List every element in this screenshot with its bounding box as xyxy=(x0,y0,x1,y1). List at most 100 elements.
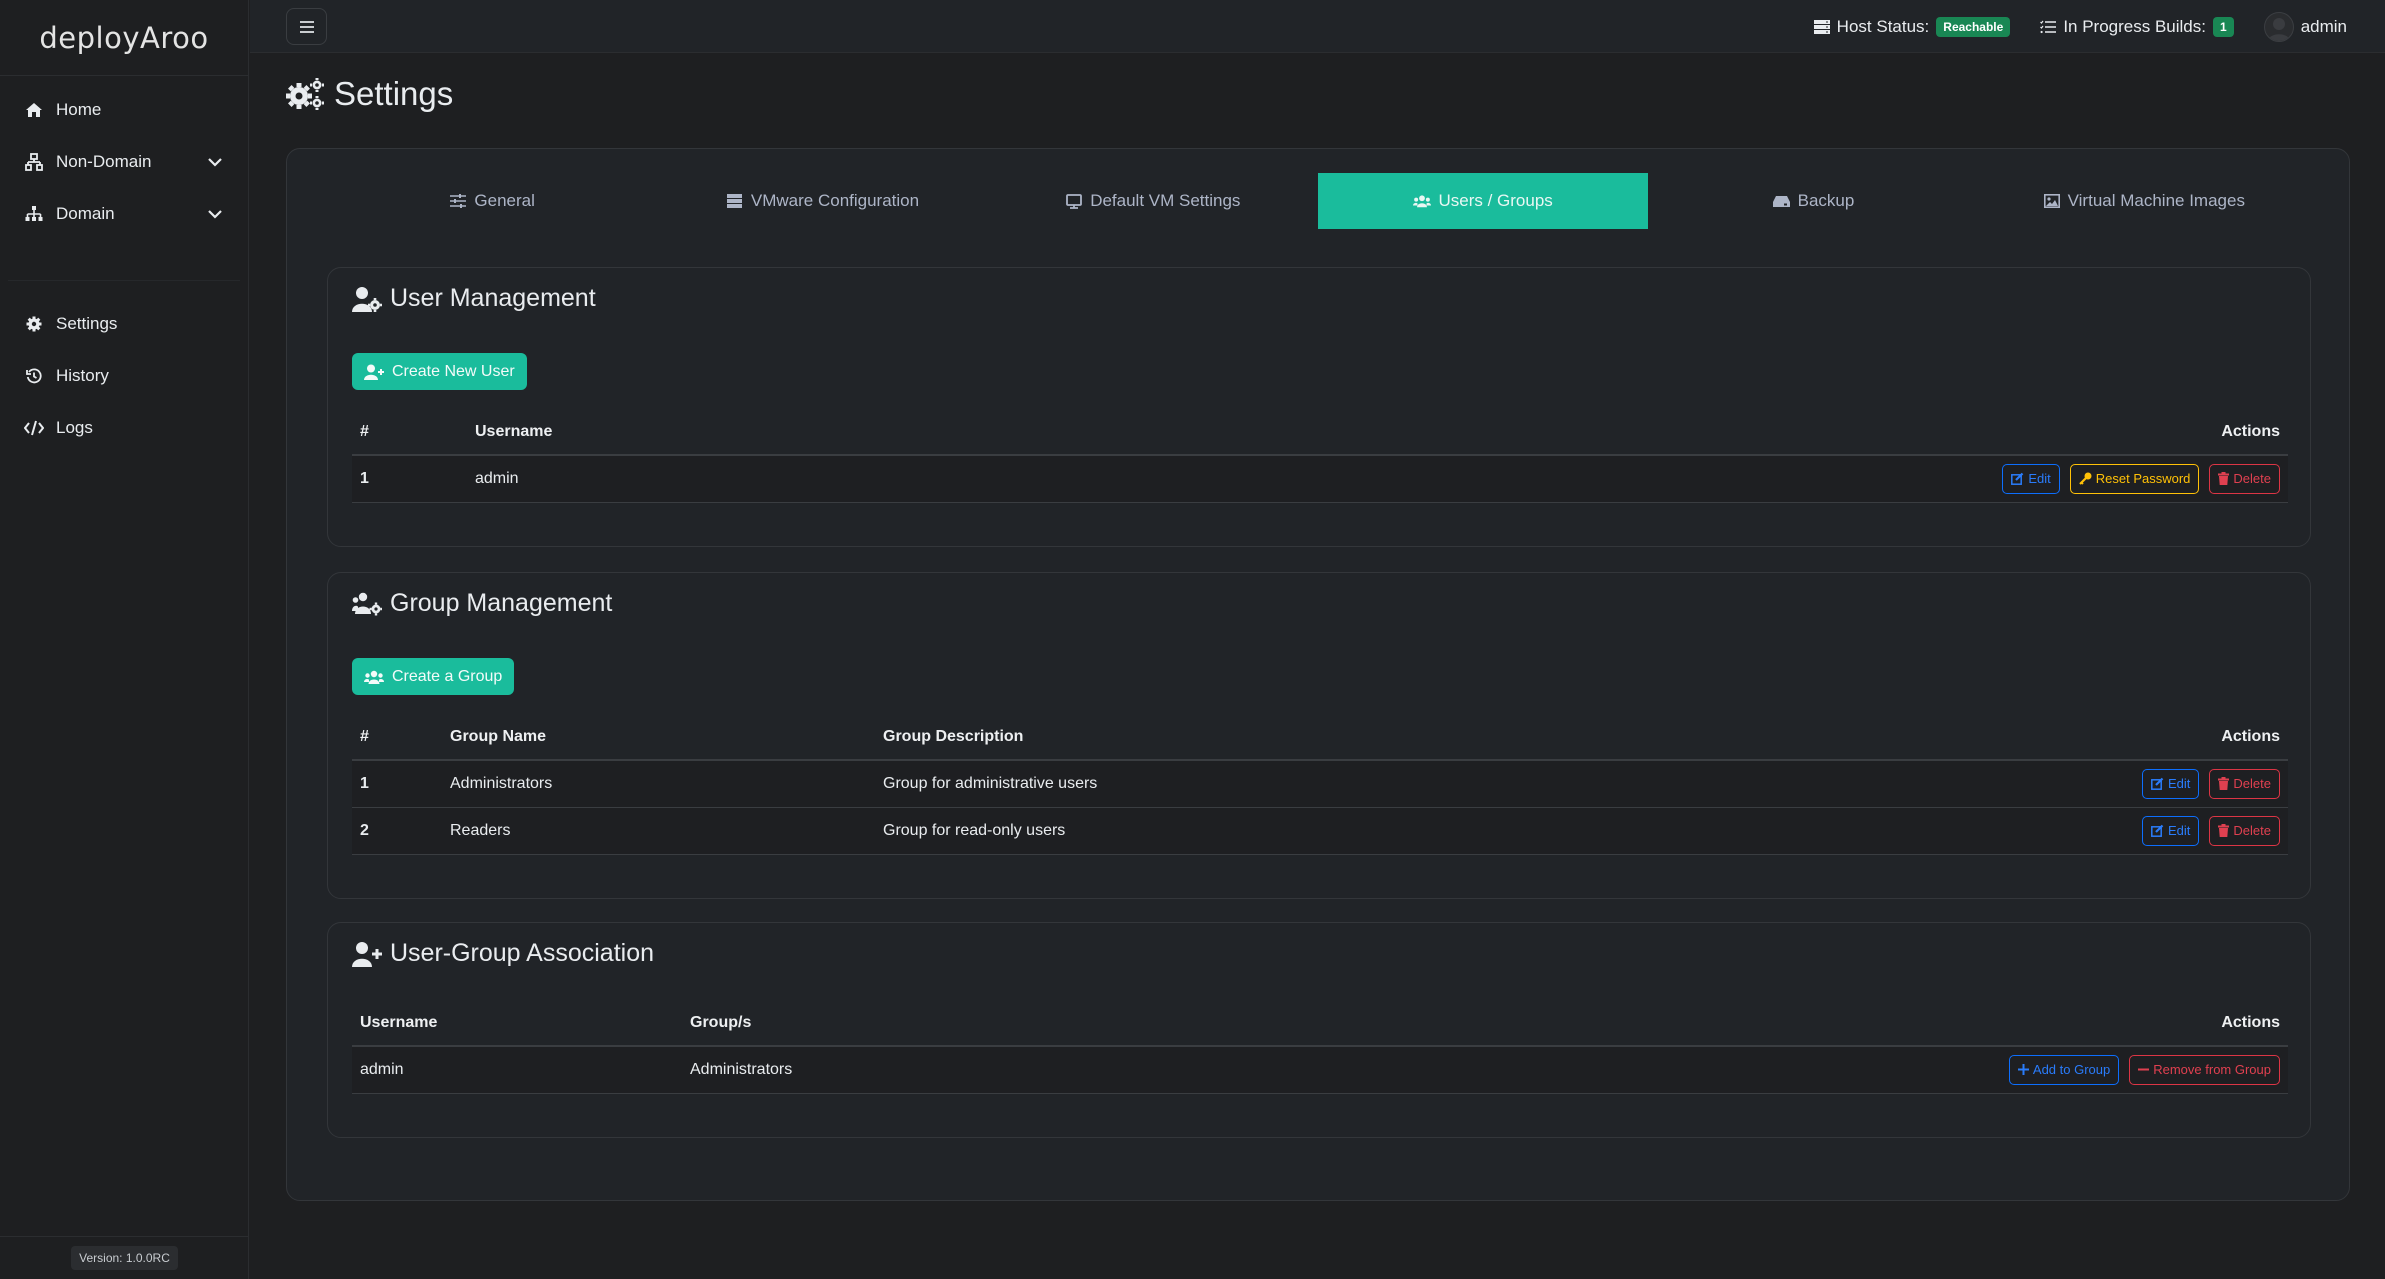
create-new-user-button[interactable]: Create New User xyxy=(352,353,527,390)
group-management-section: Group Management Create a Group # Group … xyxy=(327,572,2311,899)
table-header-row: # Group Name Group Description Actions xyxy=(352,715,2288,761)
button-label: Create a Group xyxy=(392,667,503,685)
tab-label: Virtual Machine Images xyxy=(2067,191,2245,210)
image-icon xyxy=(2043,193,2061,209)
tab-general[interactable]: General xyxy=(327,173,657,229)
tab-users-groups[interactable]: Users / Groups xyxy=(1317,173,1649,229)
topbar: Host Status: Reachable In Progress Build… xyxy=(250,0,2385,53)
history-icon xyxy=(24,366,44,386)
sidebar-item-domain[interactable]: Domain xyxy=(0,188,248,240)
table-header-row: Username Group/s Actions xyxy=(352,1001,2288,1047)
sidebar-nav: Home Non-Domain Domain Settings History … xyxy=(0,76,248,454)
sidebar-divider xyxy=(8,280,240,281)
tab-label: Users / Groups xyxy=(1438,191,1553,210)
remove-from-group-button[interactable]: Remove from Group xyxy=(2129,1054,2280,1085)
delete-group-button[interactable]: Delete xyxy=(2209,815,2280,846)
username-label: admin xyxy=(2300,16,2347,36)
tab-default-vm-settings[interactable]: Default VM Settings xyxy=(988,173,1318,229)
button-label: Remove from Group xyxy=(2153,1062,2271,1078)
groups-table: # Group Name Group Description Actions 1… xyxy=(352,715,2288,855)
gear-icon xyxy=(24,314,44,334)
user-menu[interactable]: admin xyxy=(2263,11,2347,42)
sidebar-item-home[interactable]: Home xyxy=(0,84,248,136)
section-title-text: User Management xyxy=(390,284,596,312)
sitemap-icon xyxy=(24,204,44,224)
user-group-association-section: User-Group Association Username Group/s … xyxy=(327,922,2311,1138)
table-header-row: # Username Actions xyxy=(352,410,2288,456)
group-description-cell: Group for read-only users xyxy=(875,807,1722,855)
button-label: Delete xyxy=(2233,823,2271,838)
actions-cell: Edit Reset Password Delete xyxy=(906,455,2288,503)
edit-user-button[interactable]: Edit xyxy=(2002,463,2060,494)
sidebar: deployAroo Home Non-Domain Domain Settin… xyxy=(0,0,249,1279)
create-group-button[interactable]: Create a Group xyxy=(352,658,515,695)
host-status: Host Status: Reachable xyxy=(1813,16,2011,37)
server-icon xyxy=(726,193,744,209)
in-progress-builds[interactable]: In Progress Builds: 1 xyxy=(2040,16,2234,37)
users-icon xyxy=(1413,193,1432,209)
column-header: Actions xyxy=(906,410,2288,456)
add-to-group-button[interactable]: Add to Group xyxy=(2008,1054,2120,1085)
user-gear-icon xyxy=(352,286,382,312)
association-table: Username Group/s Actions admin Administr… xyxy=(352,1001,2288,1094)
column-header: Group Description xyxy=(875,715,1722,761)
trash-icon xyxy=(2218,824,2230,837)
tab-label: Backup xyxy=(1797,191,1855,210)
user-management-section: User Management Create New User # Userna… xyxy=(327,267,2311,547)
sidebar-item-label: Logs xyxy=(56,418,93,437)
sidebar-item-settings[interactable]: Settings xyxy=(0,298,248,350)
column-header: Actions xyxy=(1150,1001,2288,1047)
edit-group-button[interactable]: Edit xyxy=(2142,815,2200,846)
edit-icon xyxy=(2151,777,2164,791)
brand-logo[interactable]: deployAroo xyxy=(0,0,248,76)
sidebar-item-label: Non-Domain xyxy=(56,152,152,171)
builds-label: In Progress Builds: xyxy=(2063,16,2206,36)
users-table: # Username Actions 1 admin Edit Reset Pa… xyxy=(352,410,2288,503)
trash-icon xyxy=(2218,777,2230,791)
home-icon xyxy=(24,100,44,120)
delete-group-button[interactable]: Delete xyxy=(2209,768,2280,799)
groups-cell: Administrators xyxy=(682,1046,1151,1094)
edit-group-button[interactable]: Edit xyxy=(2142,768,2200,799)
row-number: 1 xyxy=(352,455,467,503)
sidebar-item-history[interactable]: History xyxy=(0,350,248,402)
sidebar-item-label: Settings xyxy=(56,314,118,333)
tab-vmware-configuration[interactable]: VMware Configuration xyxy=(657,173,987,229)
host-status-label: Host Status: xyxy=(1836,16,1930,36)
sidebar-toggle-button[interactable] xyxy=(286,8,327,45)
tab-virtual-machine-images[interactable]: Virtual Machine Images xyxy=(1979,173,2309,229)
section-title: Group Management xyxy=(352,589,612,618)
username-cell: admin xyxy=(352,1046,682,1094)
button-label: Add to Group xyxy=(2032,1062,2111,1078)
sidebar-item-non-domain[interactable]: Non-Domain xyxy=(0,136,248,188)
column-header: Group/s xyxy=(682,1001,1151,1047)
tab-label: Default VM Settings xyxy=(1090,191,1241,210)
button-label: Delete xyxy=(2233,776,2271,792)
button-label: Edit xyxy=(2028,471,2051,487)
row-number: 2 xyxy=(352,807,442,855)
column-header: Username xyxy=(352,1001,682,1047)
hamburger-icon xyxy=(299,20,315,34)
section-title: User-Group Association xyxy=(352,939,654,968)
sidebar-item-label: History xyxy=(56,366,109,385)
table-row: 2 Readers Group for read-only users Edit… xyxy=(352,807,2288,855)
edit-icon xyxy=(2011,472,2024,486)
builds-count-badge: 1 xyxy=(2213,16,2234,37)
column-header: Actions xyxy=(1721,715,2288,761)
version-badge: Version: 1.0.0RC xyxy=(71,1246,178,1270)
settings-card: General VMware Configuration Default VM … xyxy=(286,148,2350,1201)
button-label: Reset Password xyxy=(2095,471,2191,487)
reset-password-button[interactable]: Reset Password xyxy=(2069,463,2200,494)
minus-icon xyxy=(2138,1064,2150,1075)
avatar xyxy=(2263,11,2294,42)
sidebar-item-logs[interactable]: Logs xyxy=(0,402,248,454)
chevron-down-icon[interactable] xyxy=(206,153,224,171)
section-title: User Management xyxy=(352,284,596,313)
topbar-status-area: Host Status: Reachable In Progress Build… xyxy=(1813,0,2347,53)
tab-backup[interactable]: Backup xyxy=(1648,173,1978,229)
users-gear-icon xyxy=(352,592,382,616)
delete-user-button[interactable]: Delete xyxy=(2209,463,2280,494)
actions-cell: Add to Group Remove from Group xyxy=(1150,1046,2288,1094)
chevron-down-icon[interactable] xyxy=(206,205,224,223)
table-row: 1 admin Edit Reset Password Delete xyxy=(352,455,2288,503)
